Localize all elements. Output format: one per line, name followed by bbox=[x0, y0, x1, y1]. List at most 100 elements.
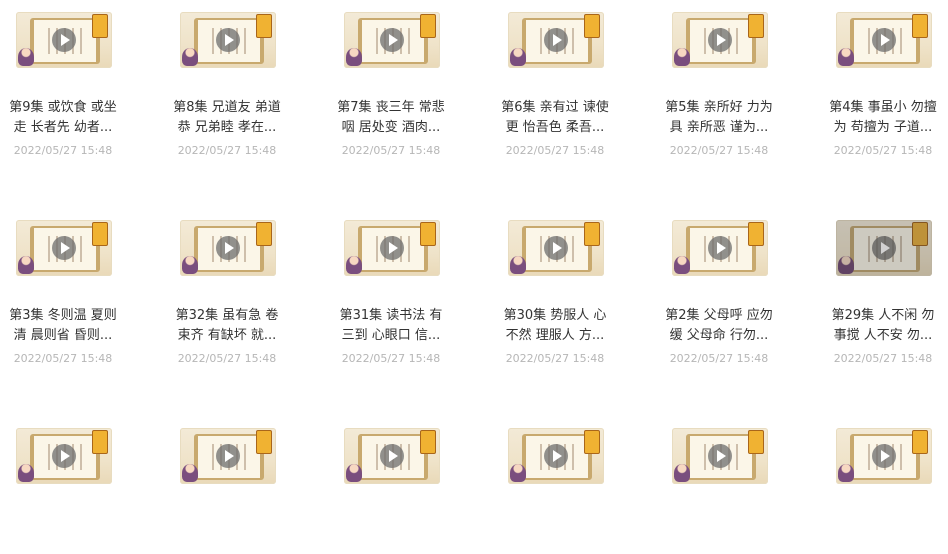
scroll-text-line bbox=[376, 444, 378, 470]
video-title-line-2 bbox=[336, 534, 446, 554]
scroll-text-line bbox=[868, 444, 870, 470]
video-title[interactable]: 第7集 丧三年 常悲咽 居处变 酒肉... bbox=[336, 98, 446, 138]
scroll-text-line bbox=[244, 236, 246, 262]
play-icon[interactable] bbox=[216, 28, 240, 52]
video-title[interactable]: 第4集 事虽小 勿擅为 苟擅为 子道... bbox=[828, 98, 938, 138]
video-title[interactable] bbox=[8, 514, 118, 554]
play-icon[interactable] bbox=[52, 444, 76, 468]
play-icon[interactable] bbox=[872, 444, 896, 468]
video-thumbnail[interactable] bbox=[508, 428, 604, 484]
video-date: 2022/05/27 15:48 bbox=[177, 144, 277, 157]
play-icon[interactable] bbox=[708, 444, 732, 468]
video-title-line-1: 第8集 兄道友 弟道 bbox=[173, 100, 281, 115]
play-icon[interactable] bbox=[708, 28, 732, 52]
video-title[interactable]: 第6集 亲有过 谏使更 怡吾色 柔吾... bbox=[500, 98, 610, 138]
video-title[interactable]: 第30集 势服人 心不然 理服人 方... bbox=[500, 306, 610, 346]
video-title[interactable]: 第5集 亲所好 力为具 亲所恶 谨为... bbox=[664, 98, 774, 138]
video-thumbnail[interactable] bbox=[16, 12, 112, 68]
video-thumbnail[interactable] bbox=[508, 220, 604, 276]
video-thumbnail[interactable] bbox=[180, 428, 276, 484]
play-icon[interactable] bbox=[544, 28, 568, 52]
play-icon[interactable] bbox=[216, 236, 240, 260]
video-title-line-2: 走 长者先 幼者... bbox=[13, 120, 113, 135]
video-thumbnail[interactable] bbox=[672, 428, 768, 484]
play-icon[interactable] bbox=[380, 236, 404, 260]
title-seal-icon bbox=[748, 430, 764, 454]
video-thumbnail[interactable] bbox=[508, 12, 604, 68]
cartoon-figure-icon bbox=[838, 464, 854, 482]
video-date: 2022/05/27 15:48 bbox=[669, 352, 769, 365]
video-thumbnail[interactable] bbox=[344, 12, 440, 68]
video-title-line-2: 缓 父母命 行勿... bbox=[669, 328, 769, 343]
title-seal-icon bbox=[584, 430, 600, 454]
video-title[interactable] bbox=[172, 514, 282, 554]
video-title[interactable]: 第29集 人不闲 勿事搅 人不安 勿... bbox=[828, 306, 938, 346]
video-title[interactable]: 第3集 冬则温 夏则清 晨则省 昏则... bbox=[8, 306, 118, 346]
video-title[interactable] bbox=[664, 514, 774, 554]
title-seal-icon bbox=[912, 14, 928, 38]
title-seal-icon bbox=[420, 430, 436, 454]
video-date: 2022/05/27 15:48 bbox=[669, 144, 769, 157]
video-title[interactable]: 第2集 父母呼 应勿缓 父母命 行勿... bbox=[664, 306, 774, 346]
video-thumbnail[interactable] bbox=[180, 12, 276, 68]
play-icon[interactable] bbox=[216, 444, 240, 468]
video-thumbnail[interactable] bbox=[180, 220, 276, 276]
video-title-line-2: 三到 心眼口 信... bbox=[341, 328, 441, 343]
video-thumbnail[interactable] bbox=[344, 428, 440, 484]
video-thumbnail[interactable] bbox=[836, 428, 932, 484]
video-thumbnail[interactable] bbox=[672, 220, 768, 276]
video-title[interactable] bbox=[828, 514, 938, 554]
video-thumbnail[interactable] bbox=[16, 220, 112, 276]
play-icon[interactable] bbox=[380, 444, 404, 468]
play-icon[interactable] bbox=[544, 444, 568, 468]
video-thumbnail[interactable] bbox=[836, 220, 932, 276]
video-title-line-1: 第9集 或饮食 或坐 bbox=[9, 100, 117, 115]
video-title[interactable]: 第32集 虽有急 卷束齐 有缺坏 就... bbox=[172, 306, 282, 346]
video-date: 2022/05/27 15:48 bbox=[177, 352, 277, 365]
play-icon[interactable] bbox=[872, 28, 896, 52]
video-title-line-1: 第30集 势服人 心 bbox=[503, 308, 607, 323]
video-title-line-1: 第29集 人不闲 勿 bbox=[831, 308, 935, 323]
video-date: 2022/05/27 15:48 bbox=[505, 352, 605, 365]
cartoon-figure-icon bbox=[346, 464, 362, 482]
video-title[interactable] bbox=[500, 514, 610, 554]
video-thumbnail[interactable] bbox=[16, 428, 112, 484]
video-title[interactable]: 第9集 或饮食 或坐走 长者先 幼者... bbox=[8, 98, 118, 138]
scroll-text-line bbox=[704, 236, 706, 262]
video-title-line-1: 第32集 虽有急 卷 bbox=[175, 308, 279, 323]
play-icon[interactable] bbox=[52, 28, 76, 52]
play-icon[interactable] bbox=[544, 236, 568, 260]
scroll-text-line bbox=[704, 28, 706, 54]
scroll-text-line bbox=[736, 28, 738, 54]
video-title[interactable]: 第8集 兄道友 弟道恭 兄弟睦 孝在... bbox=[172, 98, 282, 138]
cartoon-figure-icon bbox=[182, 464, 198, 482]
video-title-line-1: 第6集 亲有过 谏使 bbox=[501, 100, 609, 115]
scroll-text-line bbox=[540, 444, 542, 470]
scroll-text-line bbox=[704, 444, 706, 470]
cartoon-figure-icon bbox=[674, 256, 690, 274]
video-title[interactable] bbox=[336, 514, 446, 554]
cartoon-figure-icon bbox=[18, 256, 34, 274]
video-thumbnail[interactable] bbox=[836, 12, 932, 68]
video-title-line-2 bbox=[8, 534, 118, 554]
video-thumbnail[interactable] bbox=[344, 220, 440, 276]
video-title[interactable]: 第31集 读书法 有三到 心眼口 信... bbox=[336, 306, 446, 346]
play-icon[interactable] bbox=[52, 236, 76, 260]
title-seal-icon bbox=[584, 14, 600, 38]
play-icon[interactable] bbox=[380, 28, 404, 52]
scroll-text-line bbox=[80, 236, 82, 262]
scroll-text-line bbox=[900, 444, 902, 470]
title-seal-icon bbox=[92, 14, 108, 38]
title-seal-icon bbox=[92, 222, 108, 246]
video-thumbnail[interactable] bbox=[672, 12, 768, 68]
video-title-line-2 bbox=[172, 534, 282, 554]
play-icon[interactable] bbox=[708, 236, 732, 260]
title-seal-icon bbox=[256, 430, 272, 454]
video-title-line-2: 更 怡吾色 柔吾... bbox=[505, 120, 605, 135]
scroll-text-line bbox=[244, 28, 246, 54]
scroll-text-line bbox=[48, 236, 50, 262]
video-title-line-2: 咽 居处变 酒肉... bbox=[341, 120, 441, 135]
scroll-text-line bbox=[736, 236, 738, 262]
cartoon-figure-icon bbox=[510, 48, 526, 66]
play-icon[interactable] bbox=[872, 236, 896, 260]
